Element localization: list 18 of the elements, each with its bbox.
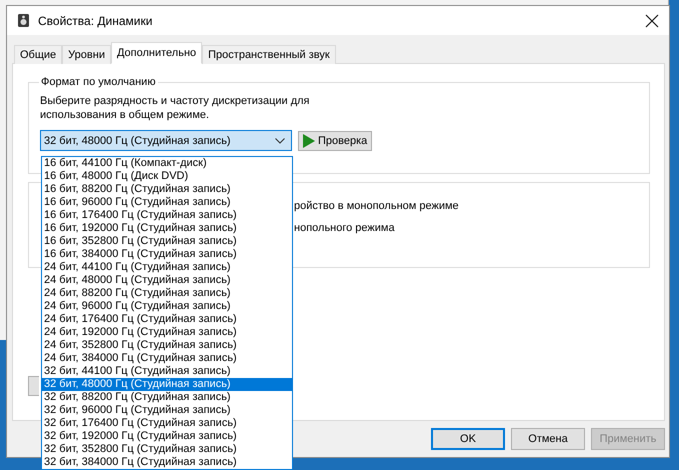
- test-button[interactable]: Проверка: [298, 130, 372, 150]
- format-description: Выберите разрядность и частоту дискретизации для использования в общем режиме.: [40, 94, 311, 122]
- tab[interactable]: Дополнительно: [110, 42, 202, 64]
- group-title: Формат по умолчанию: [40, 76, 157, 88]
- format-dropdown[interactable]: 32 бит, 48000 Гц (Студийная запись): [40, 130, 292, 151]
- dialog-button[interactable]: Отмена: [511, 428, 585, 450]
- tab[interactable]: Пространственный звук: [202, 45, 336, 64]
- window-title: Свойства: Динамики: [38, 14, 154, 28]
- speaker-icon: [17, 13, 30, 28]
- close-button[interactable]: [643, 12, 661, 30]
- tab[interactable]: Общие: [14, 45, 62, 64]
- play-icon: [302, 134, 315, 148]
- format-option[interactable]: 32 бит, 48000 Гц (Студийная запись): [42, 378, 292, 391]
- chevron-down-icon: [275, 138, 285, 144]
- tab[interactable]: Уровни: [62, 45, 111, 64]
- dialog-button[interactable]: OK: [431, 428, 505, 450]
- option-label: нопольного режима: [294, 222, 396, 234]
- option-label: ройство в монопольном режиме: [294, 200, 460, 212]
